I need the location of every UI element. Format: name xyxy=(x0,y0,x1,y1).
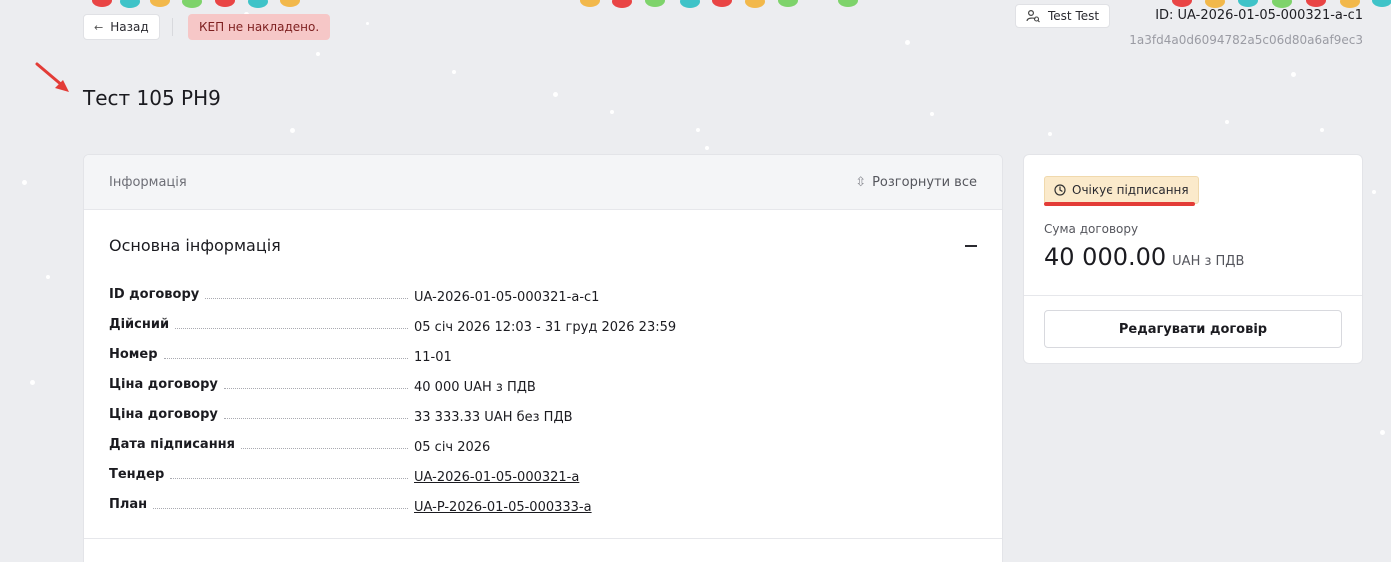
dotted-leader xyxy=(223,418,408,419)
section-header[interactable]: Основна інформація xyxy=(84,210,1002,280)
sum-label: Сума договору xyxy=(1044,222,1139,236)
dotted-leader xyxy=(163,358,408,359)
annotation-arrow-icon xyxy=(35,62,69,92)
kep-warning-text: КЕП не накладено. xyxy=(199,20,320,34)
info-row-value: UA-2026-01-05-000321-a-c1 xyxy=(414,290,600,305)
info-rows: ID договору UA-2026-01-05-000321-a-c1 Ді… xyxy=(84,280,1002,520)
info-row-label: Номер xyxy=(109,347,158,362)
expand-all-button[interactable]: ⇳ Розгорнути все xyxy=(855,175,977,190)
info-row: План UA-P-2026-01-05-000333-a xyxy=(109,490,977,520)
info-card-title: Інформація xyxy=(109,174,187,190)
info-card-header: Інформація ⇳ Розгорнути все xyxy=(84,155,1002,210)
arrow-left-icon: ← xyxy=(94,20,104,34)
info-row-value: 11-01 xyxy=(414,350,452,365)
expand-vertical-icon: ⇳ xyxy=(855,174,867,190)
info-row: Ціна договору 33 333.33 UAH без ПДВ xyxy=(109,400,977,430)
divider xyxy=(172,18,173,36)
plan-link[interactable]: UA-P-2026-01-05-000333-a xyxy=(414,500,592,520)
info-row: Тендер UA-2026-01-05-000321-a xyxy=(109,460,977,490)
info-row-label: План xyxy=(109,497,148,512)
tender-link[interactable]: UA-2026-01-05-000321-a xyxy=(414,470,579,490)
info-row-value: 33 333.33 UAH без ПДВ xyxy=(414,410,573,425)
info-row-label: Ціна договору xyxy=(109,407,218,422)
edit-contract-button[interactable]: Редагувати договір xyxy=(1044,310,1342,348)
dotted-leader xyxy=(241,448,408,449)
info-row: Дійсний 05 січ 2026 12:03 - 31 груд 2026… xyxy=(109,310,977,340)
contract-summary-card: Очікує підписання Сума договору 40 000.0… xyxy=(1023,154,1363,364)
info-row-label: Тендер xyxy=(109,467,165,482)
info-row-label: Дійсний xyxy=(109,317,170,332)
info-row-label: Дата підписання xyxy=(109,437,236,452)
page-title: Тест 105 РН9 xyxy=(83,86,221,110)
info-row-label: ID договору xyxy=(109,287,200,302)
info-row-value: 05 січ 2026 xyxy=(414,440,491,455)
divider xyxy=(1024,295,1362,296)
collapse-icon[interactable] xyxy=(964,238,978,252)
info-card: Інформація ⇳ Розгорнути все Основна інфо… xyxy=(83,154,1003,562)
info-row-value: 40 000 UAH з ПДВ xyxy=(414,380,536,395)
contract-id-header: ID: UA-2026-01-05-000321-a-c1 xyxy=(1155,8,1363,23)
back-button[interactable]: ← Назад xyxy=(83,14,160,40)
user-menu-button[interactable]: Test Test xyxy=(1015,4,1111,28)
dotted-leader xyxy=(170,478,408,479)
back-button-label: Назад xyxy=(110,20,149,34)
status-badge: Очікує підписання xyxy=(1044,176,1199,204)
dotted-leader xyxy=(175,328,408,329)
info-row: ID договору UA-2026-01-05-000321-a-c1 xyxy=(109,280,977,310)
dotted-leader xyxy=(153,508,408,509)
info-row: Дата підписання 05 січ 2026 xyxy=(109,430,977,460)
divider xyxy=(84,538,1002,539)
info-row-label: Ціна договору xyxy=(109,377,218,392)
dotted-leader xyxy=(223,388,408,389)
info-row: Номер 11-01 xyxy=(109,340,977,370)
user-name: Test Test xyxy=(1048,9,1100,23)
info-row: Ціна договору 40 000 UAH з ПДВ xyxy=(109,370,977,400)
info-row-value: 05 січ 2026 12:03 - 31 груд 2026 23:59 xyxy=(414,320,677,335)
sum-currency: UAH з ПДВ xyxy=(1172,254,1245,269)
user-search-icon xyxy=(1026,9,1040,23)
dotted-leader xyxy=(205,298,408,299)
kep-warning-badge: КЕП не накладено. xyxy=(188,14,331,40)
contract-hash: 1a3fd4a0d6094782a5c06d80a6af9ec3 xyxy=(1129,33,1363,47)
clock-icon xyxy=(1054,184,1066,196)
expand-all-label: Розгорнути все xyxy=(872,174,977,190)
sum-amount: 40 000.00 xyxy=(1044,243,1167,271)
status-text: Очікує підписання xyxy=(1072,183,1189,197)
annotation-underline xyxy=(1044,202,1195,206)
section-title: Основна інформація xyxy=(109,235,281,255)
sum-value: 40 000.00 UAH з ПДВ xyxy=(1044,243,1244,271)
